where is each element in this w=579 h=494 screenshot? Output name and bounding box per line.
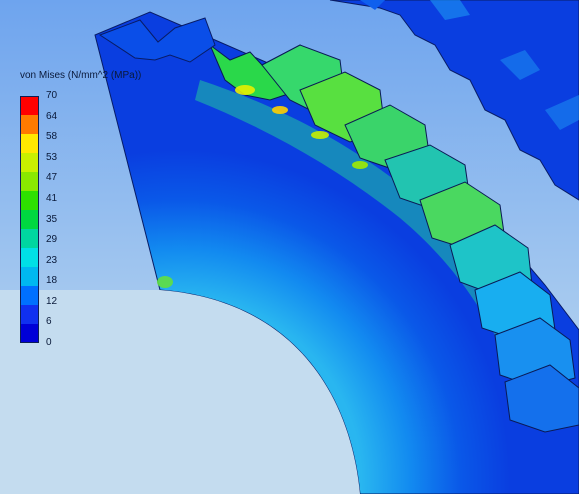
legend-swatch — [20, 248, 39, 267]
legend-swatch — [20, 324, 39, 343]
legend-tick-label: 18 — [46, 275, 58, 287]
legend-swatch — [20, 172, 39, 191]
legend-tick-label: 23 — [46, 254, 58, 266]
legend-swatch — [20, 153, 39, 172]
fea-viewport[interactable]: von Mises (N/mm^2 (MPa)) 70 64 58 53 47 41 35 2… — [0, 0, 579, 494]
legend-tick-label: 12 — [46, 295, 58, 307]
legend-tick-label: 0 — [46, 337, 52, 348]
legend-swatch — [20, 134, 39, 153]
legend-tick-label: 64 — [46, 110, 58, 122]
legend-swatch — [20, 96, 39, 115]
legend-swatch — [20, 286, 39, 305]
legend-swatch — [20, 305, 39, 324]
legend-tick-label: 70 — [46, 90, 58, 101]
legend-swatch — [20, 210, 39, 229]
legend-title: von Mises (N/mm^2 (MPa)) — [20, 70, 142, 81]
legend-tick-label: 58 — [46, 131, 58, 143]
legend-tick-label: 29 — [46, 234, 58, 246]
legend-tick-label: 35 — [46, 213, 58, 225]
legend-tick-label: 6 — [46, 316, 52, 328]
legend-swatch — [20, 191, 39, 210]
legend-tick-label: 53 — [46, 151, 58, 163]
legend-swatch — [20, 229, 39, 248]
legend-tick-label: 47 — [46, 172, 58, 184]
legend-tick-label: 41 — [46, 192, 58, 204]
legend-swatch — [20, 115, 39, 134]
legend-swatch — [20, 267, 39, 286]
